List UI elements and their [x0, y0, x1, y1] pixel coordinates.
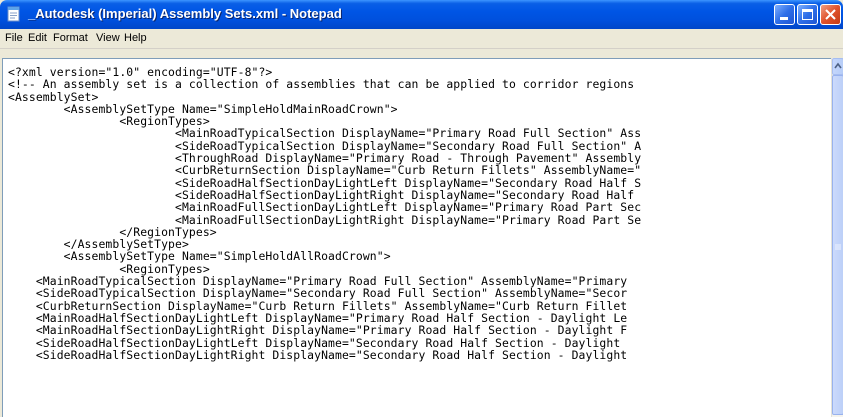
menu-help[interactable]: Help: [124, 32, 147, 44]
window-title: _Autodesk (Imperial) Assembly Sets.xml -…: [28, 6, 342, 21]
text-line: <MainRoadFullSectionDayLightLeft Display…: [8, 200, 642, 215]
editor-content: <?xml version="1.0" encoding="UTF-8"?> <!…: [8, 66, 641, 361]
notepad-icon: [7, 6, 20, 22]
text-line: <MainRoadHalfSectionDayLightRight Displa…: [8, 323, 628, 338]
menu-file[interactable]: File: [5, 32, 23, 44]
text-line: <MainRoadFullSectionDayLightRight Displa…: [8, 212, 642, 227]
menu-format[interactable]: Format: [53, 32, 88, 44]
minimize-icon: [780, 17, 788, 20]
text-line: <CurbReturnSection DisplayName="Curb Ret…: [8, 163, 642, 178]
text-editor[interactable]: <?xml version="1.0" encoding="UTF-8"?> <!…: [2, 58, 831, 417]
scroll-up-arrow-icon: [834, 62, 842, 69]
title-bar[interactable]: _Autodesk (Imperial) Assembly Sets.xml -…: [0, 0, 843, 29]
close-button[interactable]: [820, 4, 841, 25]
menu-bar: File Edit Format View Help: [0, 29, 843, 49]
maximize-icon: [802, 9, 813, 20]
minimize-button[interactable]: [774, 4, 795, 25]
text-line: <SideRoadHalfSectionDayLightLeft Display…: [8, 335, 621, 350]
scroll-thumb[interactable]: [832, 75, 843, 415]
grip-icon: [835, 244, 841, 250]
close-icon: [825, 9, 836, 20]
vertical-scrollbar[interactable]: [831, 58, 843, 417]
text-line: <SideRoadTypicalSection DisplayName="Sec…: [8, 286, 628, 301]
notepad-window: _Autodesk (Imperial) Assembly Sets.xml -…: [0, 0, 843, 417]
text-line: <AssemblySetType Name="SimpleHoldAllRoad…: [8, 249, 391, 264]
text-line: <SideRoadHalfSectionDayLightRight Displa…: [8, 347, 628, 362]
text-line: <MainRoadTypicalSection DisplayName="Pri…: [8, 126, 642, 141]
menu-view[interactable]: View: [96, 32, 120, 44]
scroll-up-button[interactable]: [832, 58, 843, 75]
menu-edit[interactable]: Edit: [28, 32, 47, 44]
maximize-button[interactable]: [797, 4, 818, 25]
text-line: <!-- An assembly set is a collection of …: [8, 77, 635, 92]
